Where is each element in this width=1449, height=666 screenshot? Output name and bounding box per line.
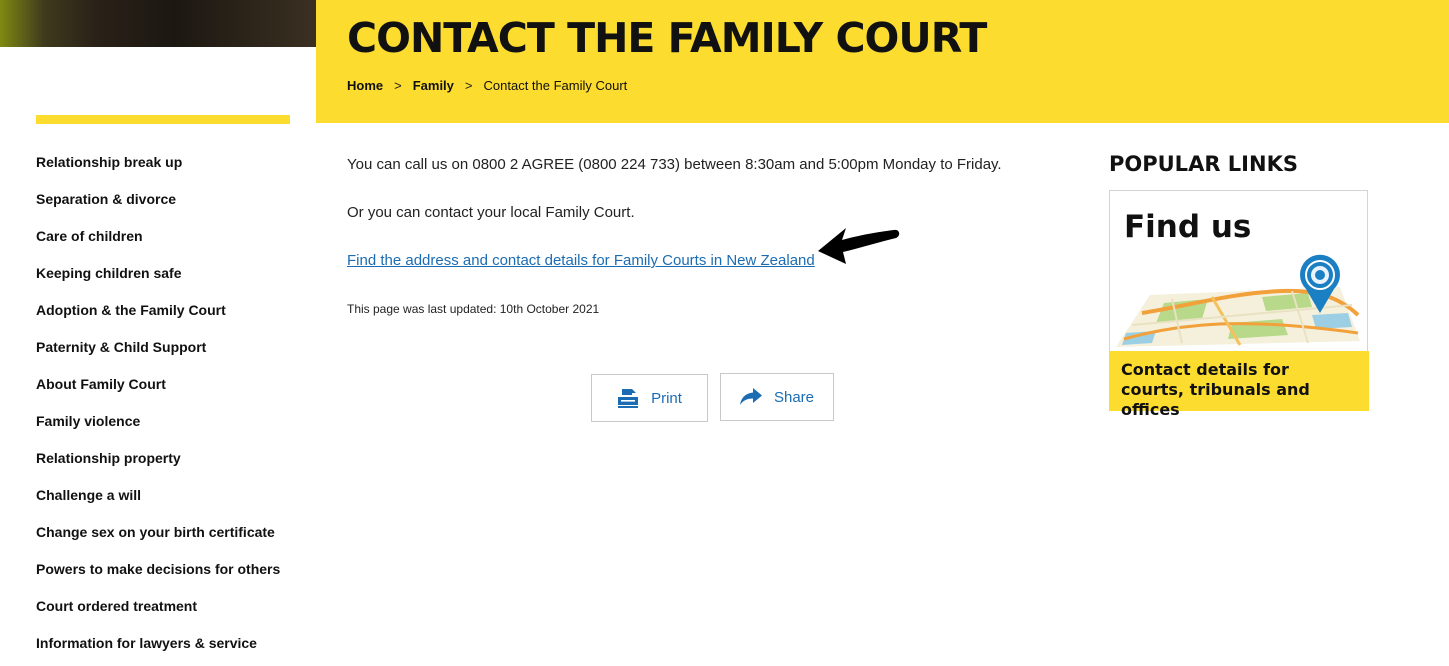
sidebar-item: Adoption & the Family Court	[36, 296, 306, 333]
sidebar-item: Relationship break up	[36, 148, 306, 185]
sidebar-item: Powers to make decisions for others	[36, 555, 306, 592]
sidebar-item-challenge-a-will[interactable]: Challenge a will	[36, 487, 141, 503]
sidebar-item: Keeping children safe	[36, 259, 306, 296]
sidebar-item: Challenge a will	[36, 481, 306, 518]
sidebar-accent-bar	[36, 115, 290, 124]
find-us-card[interactable]: Find us Contact details for courts, trib…	[1109, 190, 1369, 419]
arrow-annotation	[818, 228, 900, 264]
breadcrumb: Home > Family > Contact the Family Court	[347, 78, 627, 93]
breadcrumb-home-link[interactable]: Home	[347, 78, 383, 93]
sidebar-item-separation-divorce[interactable]: Separation & divorce	[36, 191, 176, 207]
page-banner: CONTACT THE FAMILY COURT Home > Family > Con…	[316, 0, 1449, 123]
printer-icon	[618, 388, 639, 408]
sidebar-item-care-of-children[interactable]: Care of children	[36, 228, 143, 244]
sidebar-item: Change sex on your birth certificate	[36, 518, 306, 555]
share-button[interactable]: Share	[720, 373, 834, 421]
sidebar-item: Court ordered treatment	[36, 592, 306, 629]
find-us-caption: Contact details for courts, tribunals an…	[1109, 351, 1369, 419]
breadcrumb-family-link[interactable]: Family	[413, 78, 454, 93]
last-updated-text: This page was last updated: 10th October…	[347, 302, 600, 316]
hero-image	[0, 0, 316, 47]
sidebar-item-relationship-property[interactable]: Relationship property	[36, 450, 181, 466]
popular-links-heading: POPULAR LINKS	[1109, 152, 1298, 176]
sidebar-item-adoption[interactable]: Adoption & the Family Court	[36, 302, 226, 318]
call-us-text: You can call us on 0800 2 AGREE (0800 22…	[347, 156, 1002, 173]
sidebar-item-paternity-child-support[interactable]: Paternity & Child Support	[36, 339, 206, 355]
breadcrumb-separator: >	[394, 78, 402, 93]
page-title: CONTACT THE FAMILY COURT	[347, 14, 987, 62]
map-illustration	[1116, 254, 1360, 347]
sidebar-item-keeping-children-safe[interactable]: Keeping children safe	[36, 265, 181, 281]
sidebar-item-information-for-lawyers[interactable]: Information for lawyers & service	[36, 635, 257, 651]
sidebar-item: Separation & divorce	[36, 185, 306, 222]
breadcrumb-current: Contact the Family Court	[483, 78, 628, 93]
sidebar-item: Care of children	[36, 222, 306, 259]
sidebar-item: Paternity & Child Support	[36, 333, 306, 370]
sidebar-item: About Family Court	[36, 370, 306, 407]
print-label: Print	[651, 389, 682, 407]
find-us-title: Find us	[1124, 209, 1252, 245]
find-family-courts-link[interactable]: Find the address and contact details for…	[347, 252, 815, 269]
sidebar-item: Family violence	[36, 407, 306, 444]
sidebar-item: Information for lawyers & service	[36, 629, 306, 666]
breadcrumb-separator: >	[464, 78, 473, 93]
sidebar-nav: Relationship break up Separation & divor…	[36, 148, 306, 666]
sidebar-item-powers-to-make-decisions[interactable]: Powers to make decisions for others	[36, 561, 280, 577]
share-label: Share	[773, 388, 815, 406]
local-court-text: Or you can contact your local Family Cou…	[347, 204, 635, 221]
sidebar-item: Relationship property	[36, 444, 306, 481]
sidebar-item-change-sex-birth-certificate[interactable]: Change sex on your birth certificate	[36, 524, 275, 540]
sidebar-item-relationship-break-up[interactable]: Relationship break up	[36, 154, 182, 170]
sidebar-item-family-violence[interactable]: Family violence	[36, 413, 140, 429]
sidebar-item-about-family-court[interactable]: About Family Court	[36, 376, 166, 392]
sidebar-item-court-ordered-treatment[interactable]: Court ordered treatment	[36, 598, 197, 614]
share-arrow-icon	[739, 388, 762, 405]
print-button[interactable]: Print	[591, 374, 708, 422]
